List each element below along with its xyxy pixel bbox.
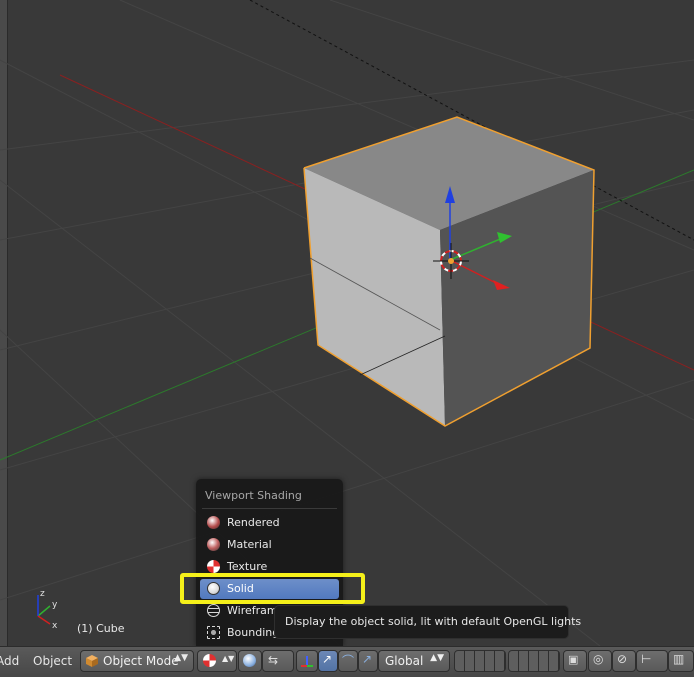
lock-camera-button[interactable]: ▣: [563, 650, 587, 672]
rendered-shading-icon: [207, 516, 220, 529]
mode-select-label: Object Mode: [103, 654, 179, 668]
render-button[interactable]: ▥: [668, 650, 694, 672]
tooltip: Display the object solid, lit with defau…: [274, 605, 581, 639]
wireframe-shading-icon: [207, 604, 220, 617]
material-shading-icon: [207, 538, 220, 551]
snap-target-icon: ⊢: [641, 652, 652, 666]
tooltip-text: Display the object solid, lit with defau…: [285, 615, 582, 628]
menu-item-rendered[interactable]: Rendered: [200, 513, 339, 533]
mode-select[interactable]: Object Mode ▲▼: [80, 650, 194, 672]
active-object-label: (1) Cube: [77, 622, 125, 635]
orientation-select[interactable]: Global ▲▼: [378, 650, 450, 672]
snap-icon: ⇆: [268, 653, 279, 667]
chevron-down-icon: ▲▼: [430, 653, 444, 663]
menu-item-label: Solid: [227, 582, 254, 595]
magnet-icon: ⊘: [617, 652, 628, 666]
arrow-icon: ↗: [322, 652, 333, 666]
mini-axis-gizmo: y z x: [37, 589, 58, 631]
bounding-box-shading-icon: [207, 626, 220, 639]
proportional-edit-button[interactable]: ◎: [588, 650, 612, 672]
render-icon: ▥: [673, 652, 685, 666]
menu-separator: [202, 508, 337, 509]
menu-item-label: Texture: [227, 560, 268, 573]
rotate-manipulator-button[interactable]: ⌒: [338, 650, 358, 672]
svg-text:y: y: [52, 600, 58, 610]
scale-manipulator-button[interactable]: ↗: [358, 650, 378, 672]
viewport-shading-button[interactable]: ▲▼: [197, 650, 237, 672]
snap-toggle-button[interactable]: ⊘: [612, 650, 636, 672]
texture-shading-icon: [207, 560, 220, 573]
solid-shading-icon: [207, 582, 220, 595]
cube-mode-icon: [86, 655, 98, 667]
translate-manipulator-button[interactable]: ↗: [318, 650, 338, 672]
3d-viewport[interactable]: y z x (1) Cube Viewport Shading Rendered…: [0, 0, 694, 646]
proportional-icon: ◎: [593, 652, 604, 666]
snap-element-button[interactable]: ⇆: [262, 650, 294, 672]
menu-item-label: Rendered: [227, 516, 280, 529]
snap-target-button[interactable]: ⊢: [636, 650, 668, 672]
menu-item-solid[interactable]: Solid: [200, 579, 339, 599]
svg-text:x: x: [52, 621, 58, 631]
pivot-point-button[interactable]: [238, 650, 262, 672]
object-menu[interactable]: Object: [33, 654, 72, 668]
menu-item-material[interactable]: Material: [200, 535, 339, 555]
manipulator-toggle-button[interactable]: [296, 650, 318, 672]
add-menu[interactable]: Add: [0, 654, 19, 668]
menu-item-texture[interactable]: Texture: [200, 557, 339, 577]
scale-icon: ↗: [362, 652, 373, 666]
rotate-icon: ⌒: [342, 654, 355, 668]
manipulator-icon: [301, 656, 313, 667]
pivot-icon: [243, 654, 256, 667]
menu-item-label: Material: [227, 538, 272, 551]
layers-grid-2[interactable]: [508, 650, 560, 672]
scene-canvas: y z x: [0, 0, 694, 646]
layers-grid-1[interactable]: [454, 650, 506, 672]
orientation-select-label: Global: [385, 654, 424, 668]
viewport-header: Add Object Object Mode ▲▼ ▲▼ ⇆ ↗ ⌒ ↗: [0, 646, 694, 677]
svg-text:z: z: [40, 589, 45, 599]
camera-icon: ▣: [568, 653, 579, 666]
menu-title: Viewport Shading: [205, 489, 302, 502]
chevron-down-icon: ▲▼: [222, 654, 235, 663]
texture-shading-icon: [203, 654, 216, 667]
chevron-down-icon: ▲▼: [174, 653, 188, 663]
menu-item-label: Wirefram: [227, 604, 278, 617]
